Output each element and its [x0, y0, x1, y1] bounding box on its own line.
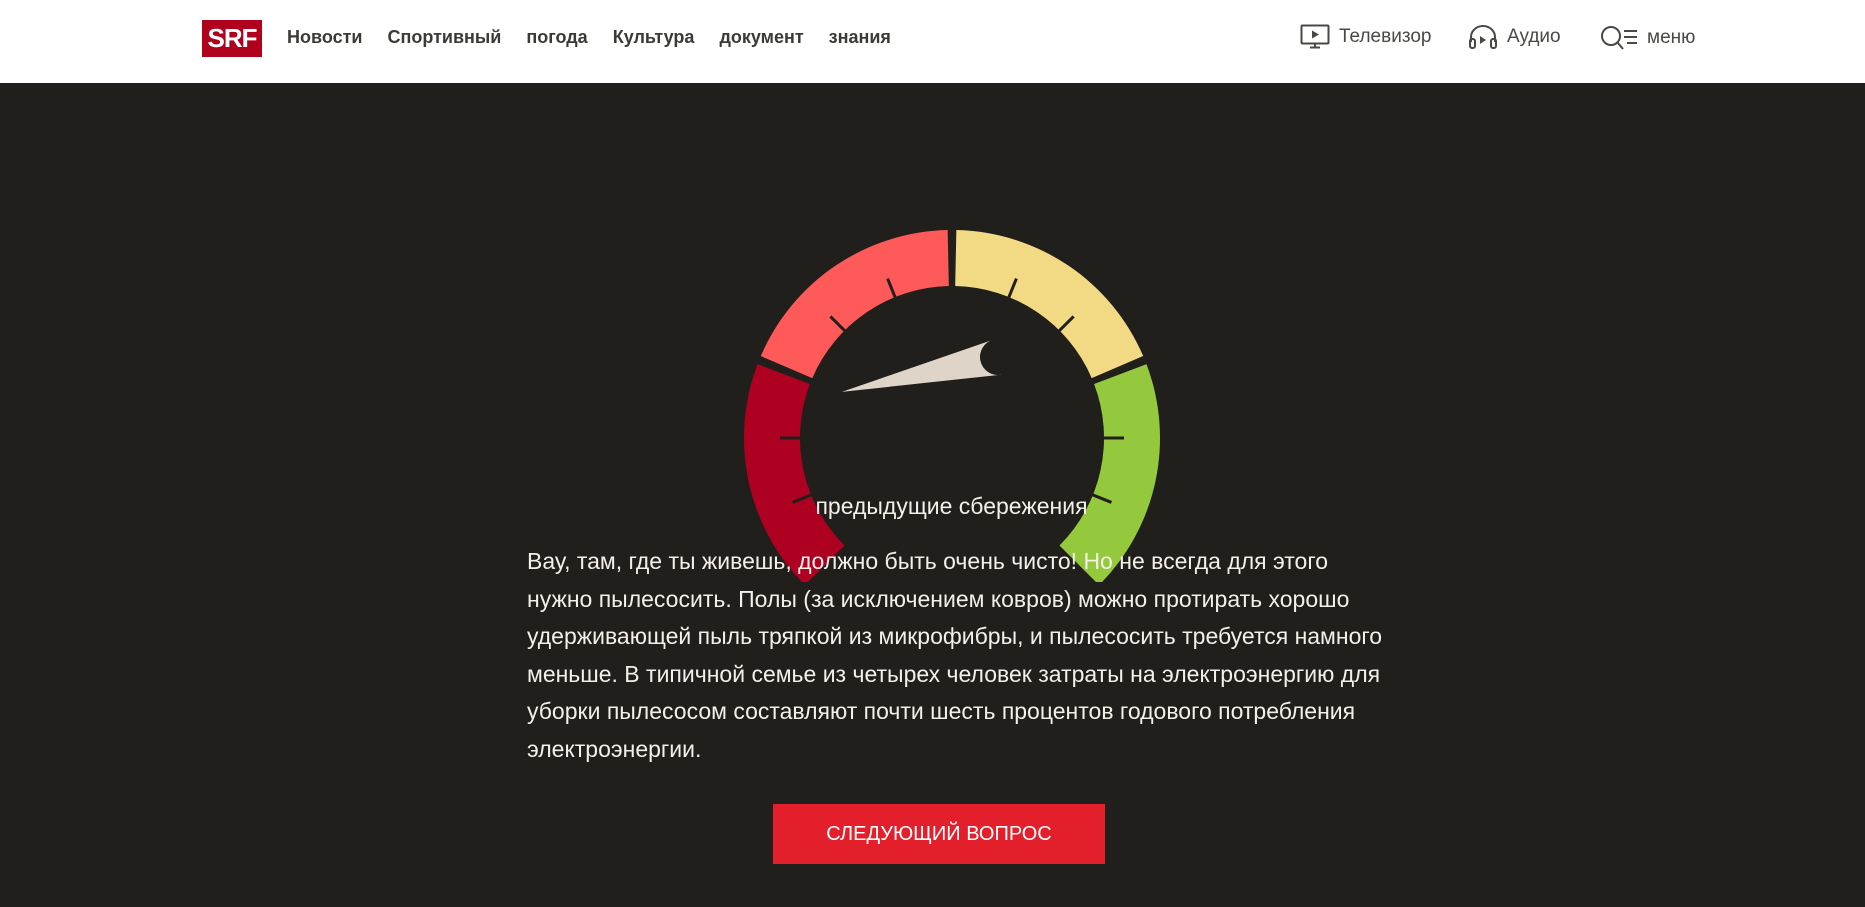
next-question-button[interactable]: СЛЕДУЮЩИЙ ВОПРОС [773, 804, 1105, 864]
main-nav: Новости Спортивный погода Культура докум… [287, 26, 916, 48]
menu-label: меню [1647, 27, 1696, 48]
srf-logo[interactable]: SRF [202, 20, 262, 57]
tv-link[interactable]: Телевизор [1300, 24, 1431, 50]
savings-gauge [744, 230, 1160, 582]
tv-label: Телевизор [1339, 26, 1432, 47]
gauge-segment-yellow [955, 230, 1144, 379]
audio-label: Аудио [1507, 26, 1561, 47]
gauge-segment-red [760, 230, 949, 379]
headphones-icon [1469, 25, 1497, 49]
search-menu-icon [1601, 26, 1637, 50]
nav-item-culture[interactable]: Культура [613, 26, 695, 48]
top-bar: SRF Новости Спортивный погода Культура д… [0, 0, 1865, 83]
menu-button[interactable]: меню [1600, 24, 1695, 52]
gauge-label: предыдущие сбережения [815, 493, 1088, 519]
nav-item-documentary[interactable]: документ [719, 26, 803, 48]
audio-link[interactable]: Аудио [1468, 24, 1561, 50]
nav-item-weather[interactable]: погода [526, 26, 587, 48]
nav-item-sport[interactable]: Спортивный [387, 26, 501, 48]
tv-icon [1300, 24, 1330, 49]
nav-item-knowledge[interactable]: знания [829, 26, 891, 48]
result-text: Вау, там, где ты живешь, должно быть оче… [527, 548, 1383, 762]
gauge-needle [841, 339, 1002, 392]
nav-item-news[interactable]: Новости [287, 26, 362, 48]
